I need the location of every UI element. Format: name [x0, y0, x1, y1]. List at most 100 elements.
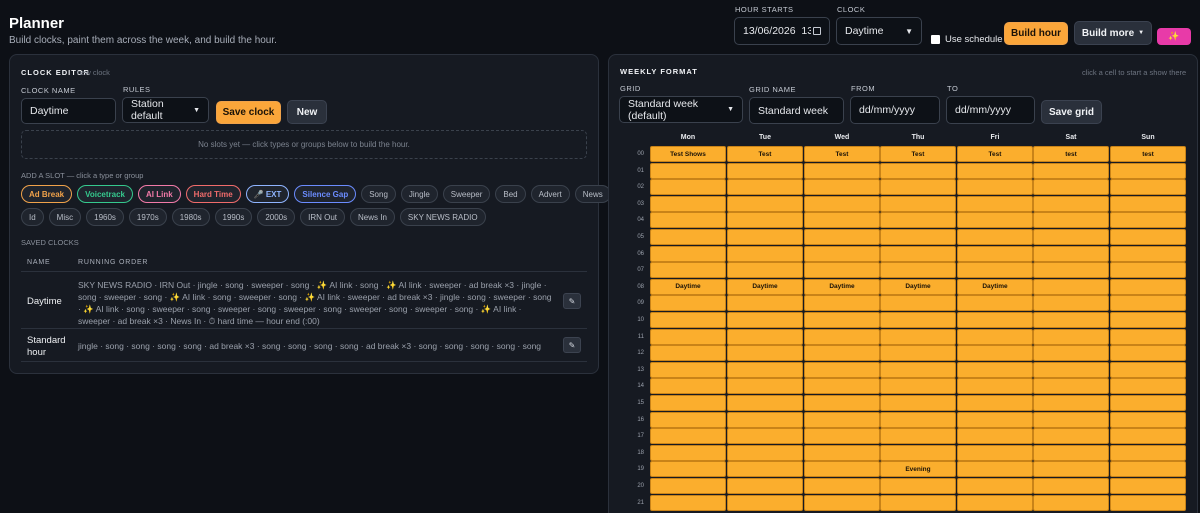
schedule-cell[interactable]	[650, 345, 726, 362]
save-clock-button[interactable]: Save clock	[216, 101, 281, 124]
schedule-cell[interactable]	[804, 411, 880, 428]
schedule-cell[interactable]	[804, 229, 880, 245]
schedule-cell[interactable]	[1110, 262, 1186, 279]
schedule-cell[interactable]	[804, 494, 880, 511]
schedule-cell[interactable]	[880, 345, 956, 362]
schedule-cell[interactable]	[650, 245, 726, 262]
schedule-cell[interactable]	[727, 428, 803, 445]
schedule-cell[interactable]	[1110, 461, 1186, 478]
schedule-cell[interactable]	[880, 328, 956, 345]
slot-chip-group-6[interactable]: 2000s	[257, 208, 296, 226]
schedule-cell[interactable]	[804, 328, 880, 345]
schedule-cell[interactable]	[1110, 179, 1186, 196]
schedule-cell[interactable]	[1110, 478, 1186, 494]
schedule-cell[interactable]	[804, 245, 880, 262]
schedule-cell[interactable]	[727, 378, 803, 395]
schedule-cell[interactable]	[1033, 229, 1109, 245]
schedule-cell[interactable]	[1110, 162, 1186, 179]
schedule-cell[interactable]	[880, 444, 956, 461]
schedule-cell[interactable]	[1110, 328, 1186, 345]
slot-chip-group-5[interactable]: 1990s	[214, 208, 253, 226]
clock-select[interactable]: Daytime ▼	[836, 17, 922, 45]
schedule-cell[interactable]	[1033, 212, 1109, 229]
new-clock-button[interactable]: New	[287, 100, 327, 124]
grid-name-input[interactable]: Standard week	[749, 97, 844, 124]
schedule-cell[interactable]: Daytime	[804, 278, 880, 295]
slot-chip-group-4[interactable]: 1980s	[171, 208, 210, 226]
schedule-cell[interactable]: Daytime	[727, 278, 803, 295]
schedule-cell[interactable]	[1110, 212, 1186, 229]
schedule-cell[interactable]	[957, 478, 1033, 494]
schedule-cell[interactable]	[650, 378, 726, 395]
schedule-cell[interactable]	[650, 179, 726, 196]
schedule-cell[interactable]	[804, 179, 880, 196]
schedule-cell[interactable]	[804, 345, 880, 362]
slot-chip-group-0[interactable]: Id	[21, 208, 44, 226]
schedule-cell[interactable]	[650, 229, 726, 245]
schedule-cell[interactable]	[1033, 494, 1109, 511]
schedule-cell[interactable]	[1110, 295, 1186, 312]
schedule-cell[interactable]	[1110, 411, 1186, 428]
schedule-cell[interactable]	[880, 295, 956, 312]
schedule-cell[interactable]	[650, 195, 726, 212]
schedule-cell[interactable]	[727, 262, 803, 279]
schedule-cell[interactable]	[804, 478, 880, 494]
slot-chip-type-8[interactable]: Sweeper	[442, 185, 491, 203]
schedule-cell[interactable]	[727, 478, 803, 494]
schedule-cell[interactable]	[1110, 395, 1186, 411]
schedule-cell[interactable]	[880, 395, 956, 411]
schedule-cell[interactable]	[957, 262, 1033, 279]
schedule-cell[interactable]	[727, 461, 803, 478]
schedule-cell[interactable]: Test	[957, 146, 1033, 162]
schedule-cell[interactable]	[1033, 245, 1109, 262]
schedule-cell[interactable]	[880, 411, 956, 428]
schedule-cell[interactable]	[880, 245, 956, 262]
schedule-cell[interactable]	[1110, 278, 1186, 295]
schedule-cell[interactable]: Test	[804, 146, 880, 162]
schedule-cell[interactable]	[650, 328, 726, 345]
schedule-cell[interactable]	[957, 179, 1033, 196]
schedule-cell[interactable]	[727, 212, 803, 229]
slot-chip-group-7[interactable]: IRN Out	[300, 208, 346, 226]
schedule-cell[interactable]	[804, 195, 880, 212]
schedule-cell[interactable]	[727, 245, 803, 262]
schedule-cell[interactable]	[727, 345, 803, 362]
schedule-cell[interactable]: test	[1033, 146, 1109, 162]
slot-chip-type-4[interactable]: 🎤 EXT	[245, 185, 290, 203]
schedule-cell[interactable]	[727, 411, 803, 428]
schedule-cell[interactable]	[1033, 395, 1109, 411]
schedule-cell[interactable]	[957, 162, 1033, 179]
schedule-cell[interactable]	[1110, 229, 1186, 245]
schedule-cell[interactable]: Evening	[880, 461, 956, 478]
save-grid-button[interactable]: Save grid	[1041, 100, 1102, 124]
slot-chip-group-1[interactable]: Misc	[48, 208, 82, 226]
schedule-cell[interactable]	[650, 395, 726, 411]
rules-select[interactable]: Station default ▼	[122, 97, 209, 123]
schedule-cell[interactable]	[1033, 295, 1109, 312]
schedule-cell[interactable]	[1110, 345, 1186, 362]
schedule-cell[interactable]	[1110, 361, 1186, 378]
schedule-cell[interactable]	[1033, 162, 1109, 179]
schedule-cell[interactable]	[880, 478, 956, 494]
schedule-cell[interactable]	[727, 179, 803, 196]
schedule-cell[interactable]	[1110, 444, 1186, 461]
schedule-cell[interactable]	[727, 328, 803, 345]
schedule-cell[interactable]	[727, 444, 803, 461]
schedule-cell[interactable]	[880, 212, 956, 229]
slot-chip-type-0[interactable]: Ad Break	[21, 185, 73, 203]
schedule-cell[interactable]	[880, 162, 956, 179]
schedule-cell[interactable]	[1033, 195, 1109, 212]
schedule-cell[interactable]	[957, 461, 1033, 478]
schedule-cell[interactable]	[1033, 411, 1109, 428]
schedule-cell[interactable]	[880, 229, 956, 245]
schedule-cell[interactable]	[804, 295, 880, 312]
schedule-cell[interactable]	[804, 361, 880, 378]
schedule-cell[interactable]	[727, 312, 803, 328]
schedule-cell[interactable]	[1033, 478, 1109, 494]
schedule-cell[interactable]	[1033, 262, 1109, 279]
schedule-cell[interactable]	[957, 411, 1033, 428]
schedule-cell[interactable]	[650, 295, 726, 312]
calendar-icon[interactable]	[813, 27, 821, 35]
schedule-cell[interactable]	[727, 229, 803, 245]
schedule-cell[interactable]	[957, 395, 1033, 411]
